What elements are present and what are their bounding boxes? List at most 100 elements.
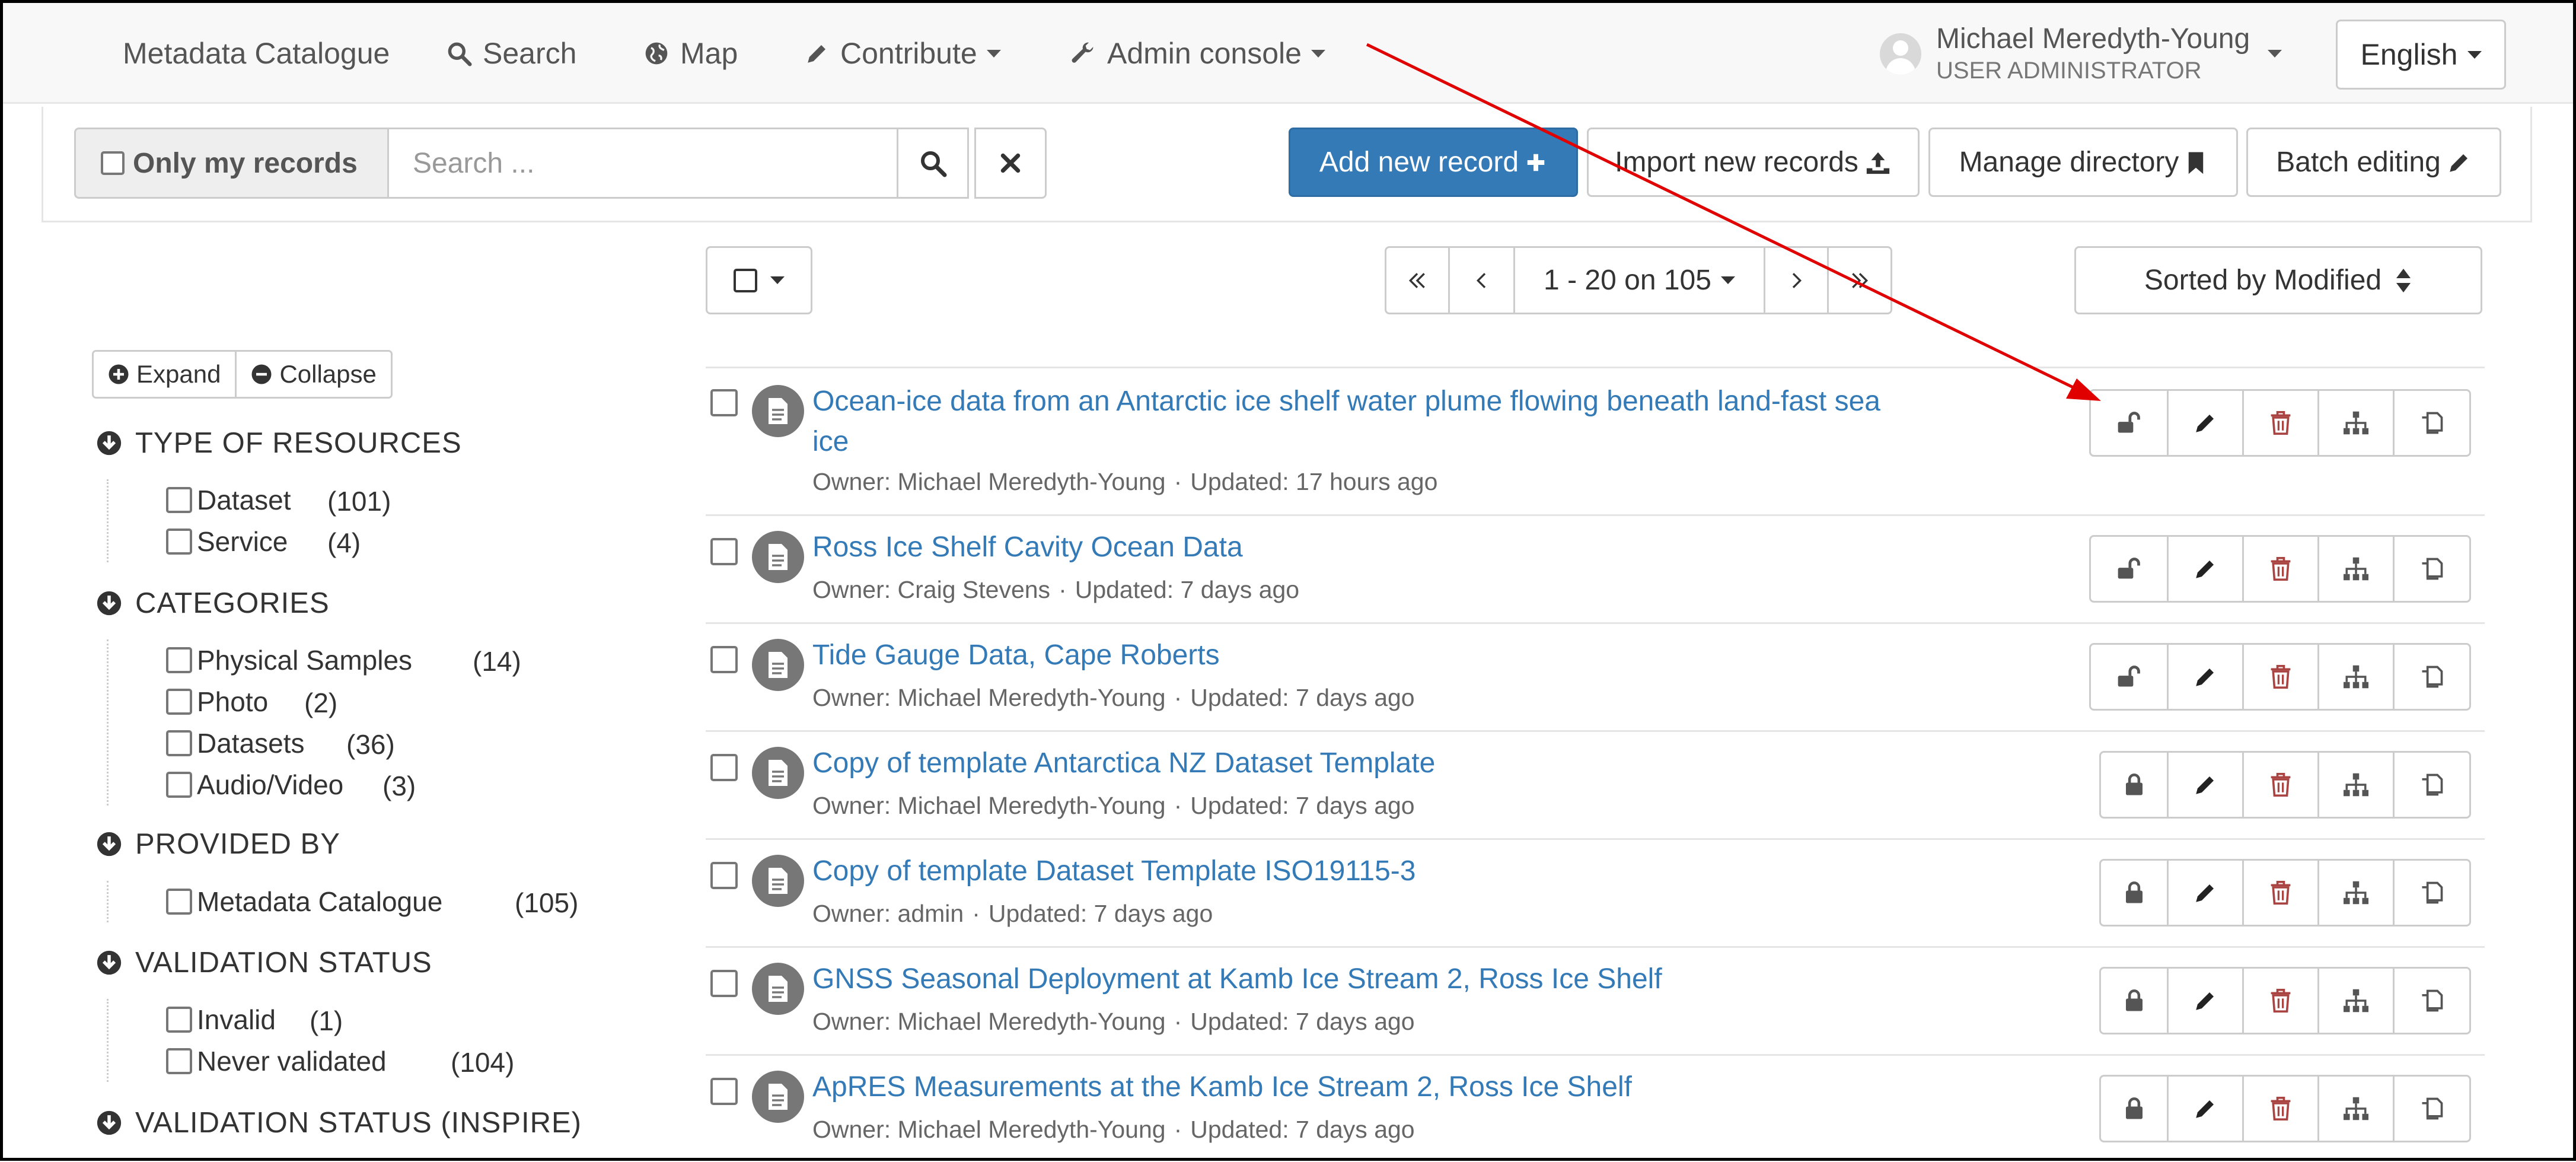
delete-button[interactable] <box>2242 753 2317 817</box>
hierarchy-button[interactable] <box>2317 861 2393 925</box>
facet-checkbox[interactable] <box>166 487 192 513</box>
duplicate-button[interactable] <box>2393 537 2469 601</box>
expand-button[interactable]: Expand <box>92 350 237 399</box>
facet-item-metadata-catalogue[interactable]: Metadata Catalogue <box>166 881 442 922</box>
result-checkbox[interactable] <box>710 862 738 889</box>
result-title[interactable]: Ross Ice Shelf Cavity Ocean Data <box>812 527 1909 568</box>
facet-title-validation-status[interactable]: VALIDATION STATUS <box>96 942 432 983</box>
edit-button[interactable] <box>2167 969 2242 1033</box>
duplicate-button[interactable] <box>2393 1077 2469 1141</box>
facet-checkbox[interactable] <box>166 529 192 555</box>
result-checkbox[interactable] <box>710 646 738 673</box>
hierarchy-button[interactable] <box>2317 645 2393 709</box>
edit-button[interactable] <box>2167 861 2242 925</box>
facet-checkbox[interactable] <box>166 1007 192 1033</box>
unlock-button[interactable] <box>2091 537 2167 601</box>
edit-button[interactable] <box>2167 537 2242 601</box>
result-checkbox[interactable] <box>710 970 738 997</box>
last-page-button[interactable] <box>1827 246 1892 314</box>
facet-title-categories[interactable]: CATEGORIES <box>96 582 330 624</box>
result-checkbox[interactable] <box>710 538 738 565</box>
lock-button[interactable] <box>2101 969 2167 1033</box>
lock-button[interactable] <box>2101 1077 2167 1141</box>
duplicate-button[interactable] <box>2393 753 2469 817</box>
facet-item-physical-samples[interactable]: Physical Samples <box>166 639 412 681</box>
facet-checkbox[interactable] <box>166 889 192 915</box>
nav-search-label: Search <box>483 37 577 70</box>
result-title[interactable]: ApRES Measurements at the Kamb Ice Strea… <box>812 1067 1909 1107</box>
edit-button[interactable] <box>2167 645 2242 709</box>
clear-search-button[interactable] <box>974 128 1047 199</box>
result-title[interactable]: GNSS Seasonal Deployment at Kamb Ice Str… <box>812 959 1909 999</box>
delete-button[interactable] <box>2242 969 2317 1033</box>
hierarchy-button[interactable] <box>2317 1077 2393 1141</box>
hierarchy-button[interactable] <box>2317 391 2393 455</box>
batch-editing-button[interactable]: Batch editing <box>2246 128 2501 197</box>
result-checkbox[interactable] <box>710 754 738 781</box>
facet-title-type-of-resources[interactable]: TYPE OF RESOURCES <box>96 422 462 464</box>
first-page-button[interactable] <box>1385 246 1450 314</box>
edit-button[interactable] <box>2167 753 2242 817</box>
duplicate-button[interactable] <box>2393 969 2469 1033</box>
facet-checkbox[interactable] <box>166 1048 192 1074</box>
facet-title-provided-by[interactable]: PROVIDED BY <box>96 823 340 865</box>
delete-button[interactable] <box>2242 1077 2317 1141</box>
facet-title-validation-status-inspire[interactable]: VALIDATION STATUS (INSPIRE) <box>96 1102 582 1144</box>
edit-button[interactable] <box>2167 391 2242 455</box>
page-range-dropdown[interactable]: 1 - 20 on 105 <box>1513 246 1765 314</box>
lock-button[interactable] <box>2101 861 2167 925</box>
facet-checkbox[interactable] <box>166 730 192 756</box>
nav-admin-console[interactable]: Admin console <box>1070 3 1325 104</box>
facet-item-never-validated[interactable]: Never validated <box>166 1040 387 1082</box>
facet-item-invalid[interactable]: Invalid <box>166 999 276 1040</box>
nav-map[interactable]: Map <box>643 3 738 104</box>
result-title[interactable]: Ocean-ice data from an Antarctic ice she… <box>812 381 1909 462</box>
duplicate-button[interactable] <box>2393 861 2469 925</box>
manage-directory-button[interactable]: Manage directory <box>1928 128 2238 197</box>
duplicate-button[interactable] <box>2393 645 2469 709</box>
facet-checkbox[interactable] <box>166 647 192 673</box>
delete-button[interactable] <box>2242 861 2317 925</box>
edit-button[interactable] <box>2167 1077 2242 1141</box>
only-my-records-checkbox[interactable] <box>101 151 125 175</box>
duplicate-button[interactable] <box>2393 391 2469 455</box>
result-checkbox[interactable] <box>710 389 738 416</box>
delete-button[interactable] <box>2242 645 2317 709</box>
facet-checkbox[interactable] <box>166 689 192 715</box>
delete-button[interactable] <box>2242 537 2317 601</box>
hierarchy-button[interactable] <box>2317 969 2393 1033</box>
next-page-button[interactable] <box>1764 246 1829 314</box>
import-new-records-button[interactable]: Import new records <box>1587 128 1920 197</box>
unlock-button[interactable] <box>2091 645 2167 709</box>
select-all-dropdown[interactable] <box>706 246 812 314</box>
hierarchy-button[interactable] <box>2317 537 2393 601</box>
result-title[interactable]: Tide Gauge Data, Cape Roberts <box>812 635 1909 676</box>
delete-button[interactable] <box>2242 391 2317 455</box>
collapse-button[interactable]: Collapse <box>235 350 393 399</box>
search-input[interactable] <box>387 128 898 199</box>
only-my-records-toggle[interactable]: Only my records <box>74 128 387 199</box>
nav-home[interactable]: Metadata Catalogue <box>123 3 390 104</box>
add-new-record-button[interactable]: Add new record <box>1289 128 1578 197</box>
language-selector[interactable]: English <box>2336 20 2506 90</box>
result-title[interactable]: Copy of template Dataset Template ISO191… <box>812 851 1909 892</box>
user-menu[interactable]: Michael Meredyth-Young USER ADMINISTRATO… <box>1880 20 2282 88</box>
facet-item-photo[interactable]: Photo <box>166 681 268 722</box>
facet-item-service[interactable]: Service <box>166 521 288 562</box>
search-button[interactable] <box>897 128 969 199</box>
facet-checkbox[interactable] <box>166 772 192 798</box>
facet-item-audio-video[interactable]: Audio/Video <box>166 764 343 806</box>
sort-dropdown[interactable]: Sorted by Modified <box>2074 246 2482 314</box>
nav-contribute[interactable]: Contribute <box>805 3 1001 104</box>
select-all-checkbox[interactable] <box>734 268 757 292</box>
result-owner: Owner: Michael Meredyth-Young <box>812 792 1166 819</box>
facet-item-datasets[interactable]: Datasets <box>166 722 305 764</box>
unlock-button[interactable] <box>2091 391 2167 455</box>
lock-button[interactable] <box>2101 753 2167 817</box>
facet-item-dataset[interactable]: Dataset <box>166 479 291 521</box>
nav-search[interactable]: Search <box>446 3 576 104</box>
result-title[interactable]: Copy of template Antarctica NZ Dataset T… <box>812 743 1909 784</box>
result-checkbox[interactable] <box>710 1078 738 1105</box>
hierarchy-button[interactable] <box>2317 753 2393 817</box>
previous-page-button[interactable] <box>1448 246 1515 314</box>
